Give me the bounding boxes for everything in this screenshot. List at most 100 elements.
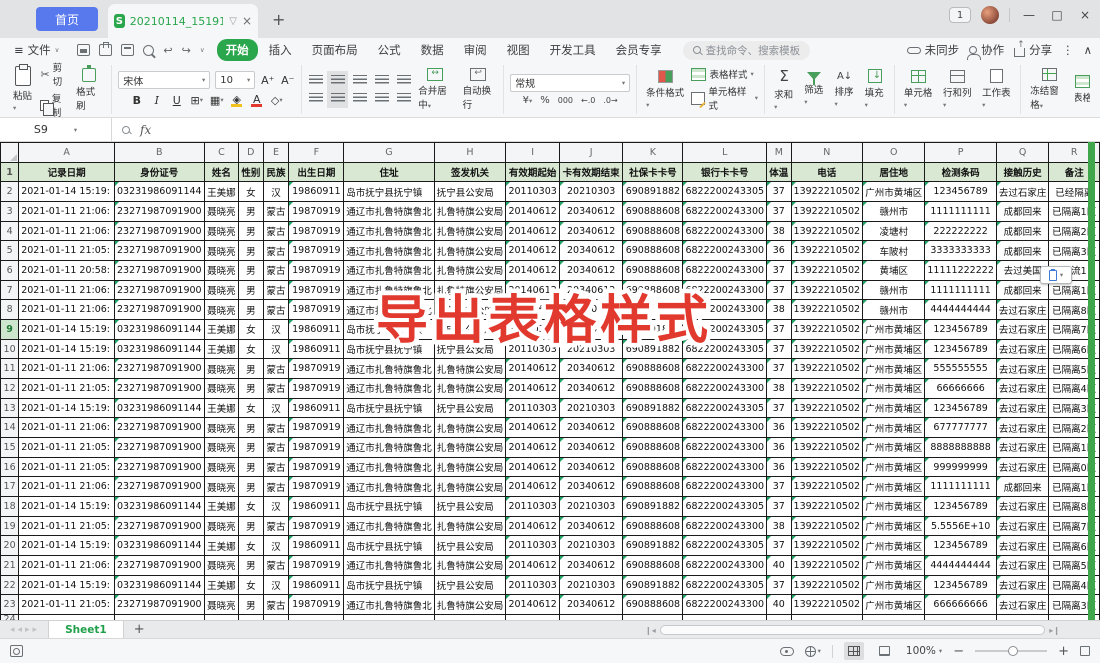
row-header-7[interactable]: 7 — [1, 280, 19, 300]
cell[interactable]: 03231986091144 — [114, 182, 204, 202]
row-header-5[interactable]: 5 — [1, 241, 19, 261]
cell[interactable]: 6822200243300 — [683, 595, 767, 615]
scrollbar-track[interactable] — [660, 625, 1046, 635]
cell[interactable]: 123456789 — [925, 320, 997, 340]
cell[interactable]: 男 — [239, 418, 263, 438]
cell[interactable]: 广州市黄埔区 — [863, 339, 925, 359]
cell[interactable]: 去过石家庄 — [996, 300, 1049, 320]
cell[interactable]: 19870919 — [289, 261, 344, 281]
align-left-button[interactable] — [308, 92, 323, 105]
column-header-A[interactable]: A — [19, 143, 115, 163]
cell[interactable]: 聂晓亮 — [204, 457, 239, 477]
cell[interactable]: 去过石家庄 — [996, 418, 1049, 438]
cell[interactable]: 扎鲁特旗公安局 — [434, 477, 506, 497]
cell[interactable]: 男 — [239, 477, 263, 497]
cell[interactable]: 王美娜 — [204, 182, 239, 202]
cell[interactable]: 20340612 — [560, 221, 623, 241]
cells-button[interactable]: 单元格▾ — [901, 70, 936, 110]
cell[interactable]: 男 — [239, 202, 263, 222]
cell[interactable]: 2021-01-11 21:06: — [19, 221, 115, 241]
cell[interactable]: 13922210502 — [791, 300, 863, 320]
cell[interactable]: 37 — [767, 182, 792, 202]
cell[interactable]: 1111111111 — [925, 477, 997, 497]
cell[interactable]: 广州市黄埔区 — [863, 497, 925, 517]
cell[interactable]: 13922210502 — [791, 516, 863, 536]
cell[interactable]: 广州市黄埔区 — [863, 556, 925, 576]
cell[interactable]: 19870919 — [289, 221, 344, 241]
header-cell[interactable]: 性别 — [239, 162, 263, 182]
cell[interactable]: 去过石家庄 — [996, 575, 1049, 595]
cell[interactable]: 去过石家庄 — [996, 536, 1049, 556]
freeze-panes-button[interactable]: 冻结窗格▾ — [1027, 68, 1071, 111]
cell[interactable]: 聂晓亮 — [204, 221, 239, 241]
cell[interactable]: 37 — [767, 261, 792, 281]
cell[interactable]: 汉 — [263, 536, 289, 556]
cell[interactable]: 123456789 — [925, 182, 997, 202]
cell[interactable]: 6822200243300 — [683, 241, 767, 261]
cell[interactable]: 女 — [239, 536, 263, 556]
cell[interactable]: 蒙古 — [263, 457, 289, 477]
cell[interactable]: 2021-01-14 15:19: — [19, 398, 115, 418]
cell[interactable]: 23271987091900 — [114, 280, 204, 300]
header-cell[interactable]: 签发机关 — [434, 162, 506, 182]
cell[interactable]: 13922210502 — [791, 261, 863, 281]
cell[interactable]: 19870919 — [289, 438, 344, 458]
cell[interactable]: 20140612 — [506, 202, 560, 222]
column-header-L[interactable]: L — [683, 143, 767, 163]
cell[interactable]: 1111111111 — [925, 202, 997, 222]
eye-protection-icon[interactable] — [780, 647, 794, 656]
cell[interactable]: 广州市黄埔区 — [863, 320, 925, 340]
cell[interactable]: 男 — [239, 359, 263, 379]
zoom-level[interactable]: 100%▾ — [906, 645, 942, 657]
cell[interactable]: 690888608 — [623, 359, 683, 379]
cell[interactable]: 通辽市扎鲁特旗鲁北 — [344, 457, 435, 477]
cell[interactable]: 聂晓亮 — [204, 418, 239, 438]
cell[interactable]: 6822200243300 — [683, 516, 767, 536]
header-cell[interactable]: 接触历史 — [996, 162, 1049, 182]
column-header-I[interactable]: I — [506, 143, 560, 163]
cell[interactable]: 岛市抚宁县抚宁镇 — [344, 536, 435, 556]
cell[interactable]: 通辽市扎鲁特旗鲁北 — [344, 379, 435, 399]
name-box[interactable]: S9▾ — [0, 118, 112, 141]
format-painter-button[interactable]: 格式刷 — [73, 68, 105, 112]
more-icon[interactable]: ∨ — [200, 46, 205, 54]
column-header-D[interactable]: D — [239, 143, 263, 163]
undo-icon[interactable]: ↩ — [163, 44, 172, 57]
cell[interactable]: 20210303 — [560, 575, 623, 595]
header-cell[interactable]: 民族 — [263, 162, 289, 182]
cell[interactable]: 2021-01-11 21:06: — [19, 202, 115, 222]
cell[interactable]: 聂晓亮 — [204, 359, 239, 379]
cell[interactable]: 20140612 — [506, 221, 560, 241]
fill-button[interactable]: 填充▾ — [862, 69, 888, 110]
cell[interactable]: 蒙古 — [263, 438, 289, 458]
cell[interactable]: 555555555 — [925, 359, 997, 379]
cell[interactable]: 5.5556E+10 — [925, 516, 997, 536]
row-header-14[interactable]: 14 — [1, 418, 19, 438]
collaborate-button[interactable]: 协作 — [969, 42, 1004, 58]
cell[interactable]: 蒙古 — [263, 202, 289, 222]
cell[interactable]: 23271987091900 — [114, 202, 204, 222]
cell[interactable]: 6822200243300 — [683, 300, 767, 320]
cell[interactable]: 20340612 — [560, 379, 623, 399]
cell[interactable]: 2021-01-11 21:05: — [19, 457, 115, 477]
cell[interactable]: 19870919 — [289, 556, 344, 576]
cell[interactable]: 通辽市扎鲁特旗鲁北 — [344, 359, 435, 379]
cell[interactable]: 去过石家庄 — [996, 182, 1049, 202]
number-format-select[interactable]: 常规▾ — [510, 74, 630, 92]
cell[interactable]: 38 — [767, 221, 792, 241]
cell[interactable]: 聂晓亮 — [204, 438, 239, 458]
row-header-9[interactable]: 9 — [1, 320, 19, 340]
align-bottom-button[interactable] — [352, 74, 367, 87]
cell[interactable]: 广州市黄埔区 — [863, 595, 925, 615]
cell[interactable]: 19860911 — [289, 398, 344, 418]
merge-center-button[interactable]: 合并居中▾ — [415, 68, 455, 111]
cell[interactable]: 蒙古 — [263, 556, 289, 576]
cell[interactable]: 2021-01-11 21:05: — [19, 241, 115, 261]
column-header-P[interactable]: P — [925, 143, 997, 163]
cell[interactable]: 聂晓亮 — [204, 379, 239, 399]
cell[interactable]: 13922210502 — [791, 477, 863, 497]
cell[interactable]: 13922210502 — [791, 320, 863, 340]
cell[interactable]: 13922210502 — [791, 438, 863, 458]
save-icon[interactable] — [77, 44, 90, 56]
cell[interactable]: 聂晓亮 — [204, 241, 239, 261]
